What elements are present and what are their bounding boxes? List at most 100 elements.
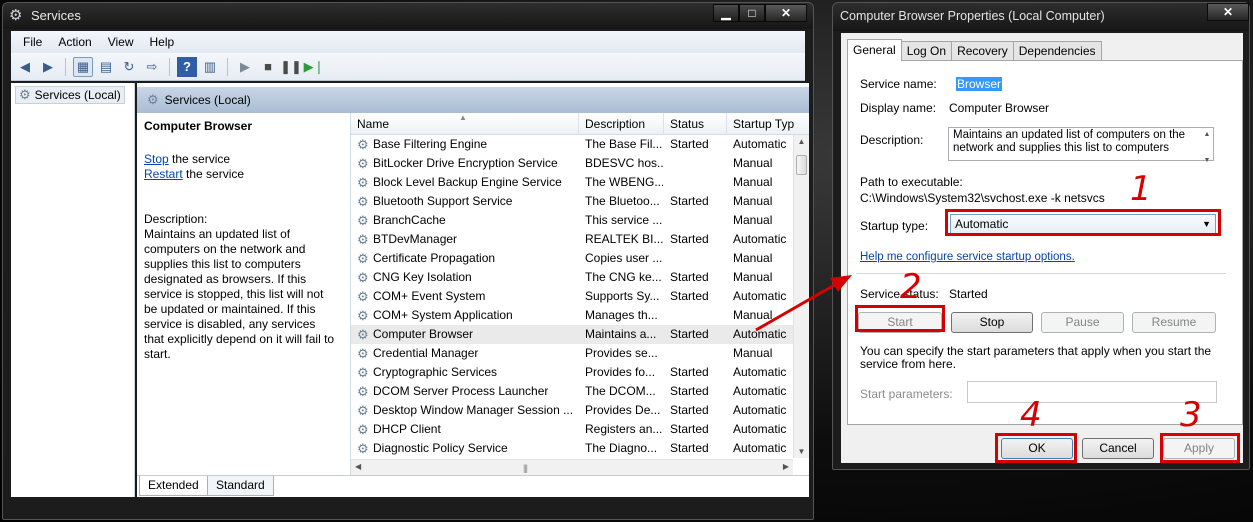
service-name-label: Service name: [860, 77, 937, 91]
column-header-status[interactable]: Status [664, 113, 727, 135]
path-value: C:\Windows\System32\svchost.exe -k netsv… [860, 191, 1105, 205]
stop-button[interactable]: Stop [951, 312, 1033, 333]
tree-item-services-local[interactable]: ⚙ Services (Local) [15, 86, 125, 104]
vertical-scrollbar[interactable]: ▲ ▼ [793, 135, 809, 458]
start-service-icon[interactable]: ▶ [235, 57, 255, 77]
content-pane: ⚙ Services (Local) Computer Browser Stop… [137, 83, 809, 497]
table-row[interactable]: ⚙ COM+ System Application Manages th... Man… [351, 306, 793, 325]
table-row[interactable]: ⚙ Computer Browser Maintains a... Started Au… [351, 325, 793, 344]
start-button[interactable]: Start [858, 312, 942, 333]
scrollbar-thumb[interactable] [796, 155, 807, 175]
cell-startup-type: Automatic [733, 422, 787, 436]
cell-name: COM+ Event System [373, 289, 486, 303]
table-row[interactable]: ⚙ BTDevManager REALTEK BI... Started Automat… [351, 230, 793, 249]
dialog-titlebar[interactable]: Computer Browser Properties (Local Compu… [833, 3, 1249, 31]
properties-sheet-icon[interactable]: ▤ [96, 57, 116, 77]
menu-file[interactable]: File [15, 35, 50, 49]
tab-general[interactable]: General [847, 39, 902, 61]
table-row[interactable]: ⚙ CNG Key Isolation The CNG ke... Started Ma… [351, 268, 793, 287]
tab-log-on[interactable]: Log On [900, 41, 953, 61]
list-header: ▲ Name Description Status Startup Typ [351, 113, 809, 135]
scrollbar-grip-icon[interactable]: ||| [523, 463, 528, 473]
table-row[interactable]: ⚙ Block Level Backup Engine Service The WB… [351, 173, 793, 192]
apply-button[interactable]: Apply [1163, 438, 1235, 459]
table-row[interactable]: ⚙ Bluetooth Support Service The Bluetoo...… [351, 192, 793, 211]
tab-recovery[interactable]: Recovery [951, 41, 1014, 61]
table-row[interactable]: ⚙ Base Filtering Engine The Base Fil... Sta… [351, 135, 793, 154]
cancel-button[interactable]: Cancel [1082, 438, 1154, 459]
column-header-startup-type[interactable]: Startup Typ [727, 113, 810, 135]
restart-service-link[interactable]: Restart [144, 167, 183, 181]
scroll-right-arrow-icon[interactable]: ▶ [783, 462, 789, 471]
help-icon[interactable]: ? [177, 56, 197, 77]
toolbar-separator [227, 57, 228, 76]
description-scroll-icon[interactable]: ▲ ▼ [1201, 128, 1213, 164]
horizontal-scrollbar[interactable]: ◀ ||| ▶ [351, 459, 793, 475]
dialog-close-button[interactable]: ✕ [1207, 3, 1249, 21]
service-gear-icon: ⚙ [357, 422, 369, 437]
cell-startup-type: Automatic [733, 327, 787, 341]
menu-bar: File Action View Help [11, 31, 805, 53]
cell-name: Credential Manager [373, 346, 479, 360]
cell-name: Computer Browser [373, 327, 474, 341]
table-row[interactable]: ⚙ Credential Manager Provides se... Manual [351, 344, 793, 363]
cell-description: The CNG ke... [585, 270, 662, 284]
startup-type-select[interactable]: Automatic ▼ [950, 214, 1216, 234]
table-row[interactable]: ⚙ BranchCache This service ... Manual [351, 211, 793, 230]
refresh-icon[interactable]: ↻ [119, 57, 139, 77]
menu-help[interactable]: Help [142, 35, 183, 49]
minimize-button[interactable]: ▁ [713, 4, 739, 22]
content-header: ⚙ Services (Local) [137, 87, 809, 113]
forward-arrow-icon[interactable]: ▶ [38, 57, 58, 77]
stop-service-icon[interactable]: ■ [258, 57, 278, 77]
table-row[interactable]: ⚙ Certificate Propagation Copies user ... M… [351, 249, 793, 268]
table-row[interactable]: ⚙ Diagnostic Policy Service The Diagno... S… [351, 439, 793, 458]
display-name-label: Display name: [860, 101, 937, 115]
restart-suffix: the service [182, 167, 245, 181]
tab-dependencies[interactable]: Dependencies [1012, 41, 1102, 61]
description-label: Description: [860, 133, 924, 147]
menu-view[interactable]: View [100, 35, 142, 49]
help-configure-link[interactable]: Help me configure service startup option… [860, 251, 1075, 263]
pause-service-icon[interactable]: ❚❚ [280, 57, 302, 77]
tab-standard[interactable]: Standard [207, 476, 274, 496]
maximize-button[interactable]: □ [739, 4, 765, 22]
pause-button[interactable]: Pause [1041, 312, 1124, 333]
tab-extended[interactable]: Extended [139, 476, 208, 496]
stop-suffix: the service [168, 152, 231, 166]
scroll-up-arrow-icon[interactable]: ▲ [794, 137, 809, 146]
cell-name: BitLocker Drive Encryption Service [373, 156, 558, 170]
action-pane-icon[interactable]: ▥ [200, 57, 220, 77]
service-name-value[interactable]: Browser [956, 77, 1003, 91]
table-row[interactable]: ⚙ COM+ Event System Supports Sy... Started A… [351, 287, 793, 306]
caption-buttons: ▁ □ ✕ [713, 4, 807, 22]
service-status-value: Started [949, 287, 988, 301]
description-box[interactable]: Maintains an updated list of computers o… [948, 127, 1214, 164]
close-button[interactable]: ✕ [765, 4, 807, 22]
stop-line: Stop the service [144, 152, 336, 167]
stop-service-link[interactable]: Stop [144, 152, 169, 166]
export-list-icon[interactable]: ⇨ [142, 57, 162, 77]
column-header-description[interactable]: Description [579, 113, 664, 135]
ok-button[interactable]: OK [1001, 438, 1073, 459]
service-gear-icon: ⚙ [357, 441, 369, 456]
annotation-number-3: 3 [1180, 395, 1202, 435]
table-row[interactable]: ⚙ BitLocker Drive Encryption Service BDESV… [351, 154, 793, 173]
table-row[interactable]: ⚙ Cryptographic Services Provides fo... Sta… [351, 363, 793, 382]
column-header-name[interactable]: ▲ Name [351, 113, 579, 135]
services-titlebar[interactable]: ⚙ Services ▁ □ ✕ [3, 3, 813, 29]
scroll-down-arrow-icon[interactable]: ▼ [794, 447, 809, 456]
console-tree-icon[interactable]: ▦ [73, 56, 93, 77]
back-arrow-icon[interactable]: ◀ [15, 57, 35, 77]
cell-name: Bluetooth Support Service [373, 194, 513, 208]
resume-button[interactable]: Resume [1132, 312, 1216, 333]
table-row[interactable]: ⚙ Desktop Window Manager Session ... Provi… [351, 401, 793, 420]
scroll-left-arrow-icon[interactable]: ◀ [355, 462, 361, 471]
menu-action[interactable]: Action [50, 35, 99, 49]
table-row[interactable]: ⚙ DHCP Client Registers an... Started Automa… [351, 420, 793, 439]
table-row[interactable]: ⚙ DCOM Server Process Launcher The DCOM...… [351, 382, 793, 401]
cell-status: Started [670, 289, 709, 303]
restart-service-icon[interactable]: ▶❘ [304, 57, 325, 77]
cell-description: Manages th... [585, 308, 658, 322]
service-description-text: Maintains an updated list of computers o… [144, 227, 335, 361]
